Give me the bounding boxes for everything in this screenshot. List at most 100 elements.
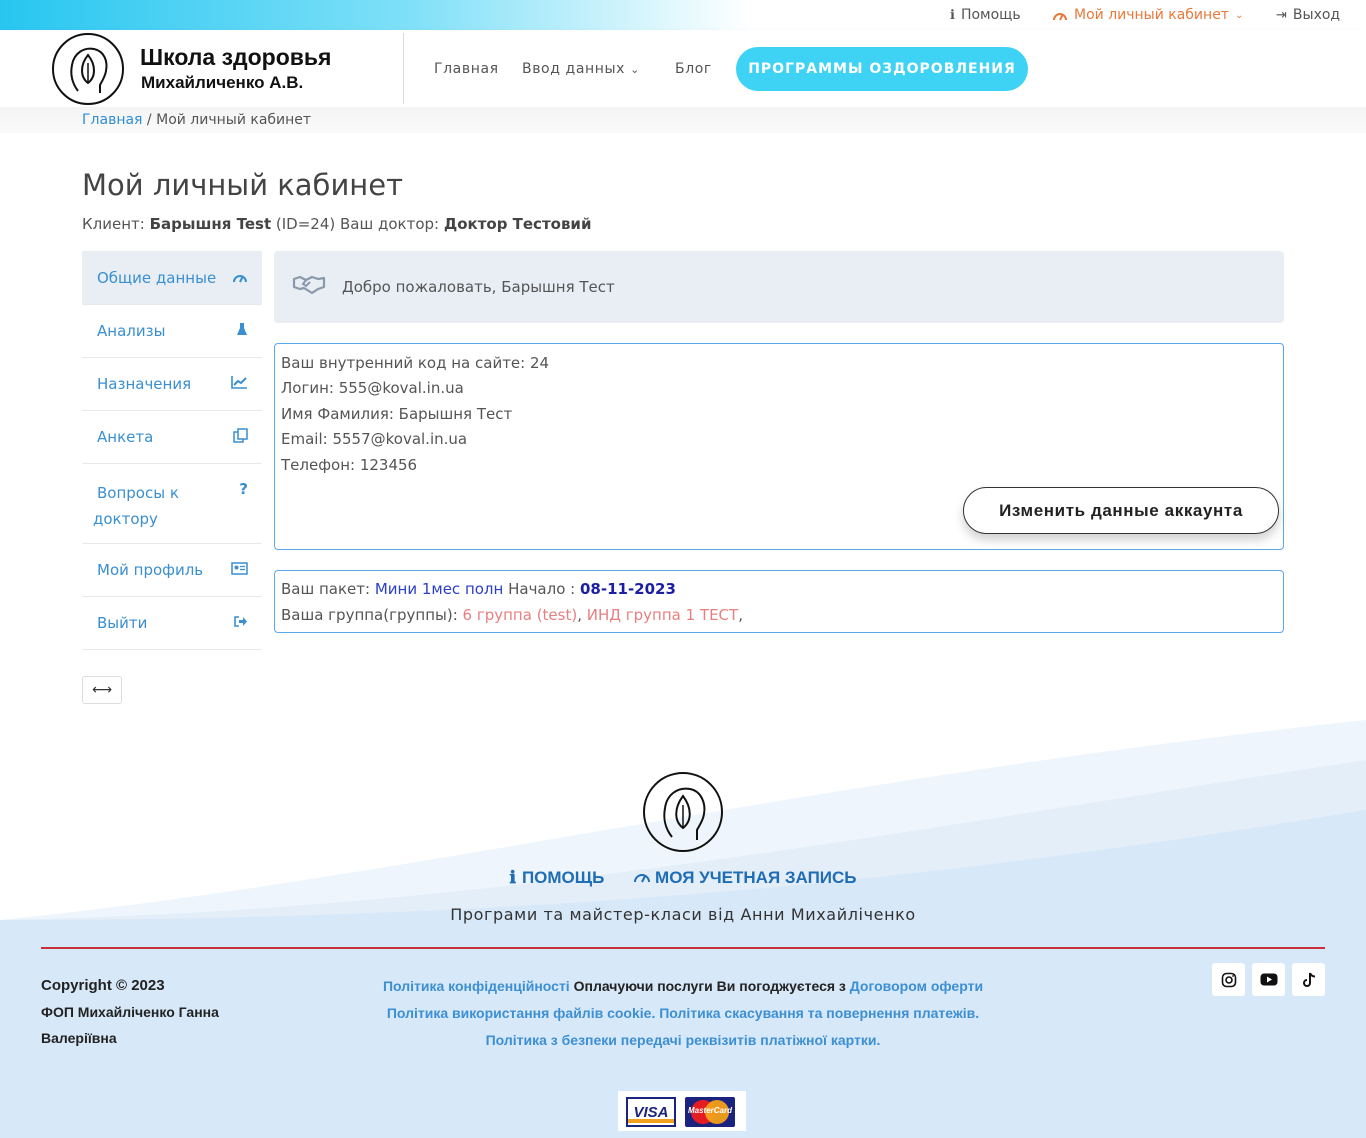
copy-icon <box>233 428 248 447</box>
footer-account-label: МОЯ УЧЕТНАЯ ЗАПИСЬ <box>655 868 857 887</box>
nav-home[interactable]: Главная <box>434 61 499 77</box>
owner-text: ФОП Михайліченко Ганна Валеріївна <box>41 1004 219 1046</box>
sidebar-item-label: Анализы <box>97 322 166 340</box>
site-header: Школа здоровья Михайличенко А.В. Главная… <box>0 30 1366 107</box>
sidebar-toggle-button[interactable]: ⟷ <box>82 676 122 704</box>
handshake-icon <box>292 273 326 301</box>
nav-input-label: Ввод данных <box>522 61 626 77</box>
package-row: Ваш пакет: Мини 1мес полн Начало : 08-11… <box>281 580 676 598</box>
dashboard-icon <box>1053 13 1067 21</box>
sidebar-item-profile[interactable]: Мой профиль <box>82 544 262 597</box>
sidebar-item-label: Назначения <box>97 375 192 393</box>
chart-line-icon <box>231 375 248 393</box>
mastercard-text: MasterCard <box>687 1106 732 1115</box>
groups-label: Ваша группа(группы): <box>281 606 463 624</box>
agree-text: Оплачуючи послуги Ви погоджуєтеся з <box>569 978 850 994</box>
package-name: Мини 1мес полн <box>374 580 504 598</box>
sidebar-item-questions[interactable]: Вопросы к доктору ? <box>82 464 262 544</box>
footer-copyright: Copyright © 2023 ФОП Михайліченко Ганна … <box>41 973 271 1051</box>
arrows-h-icon: ⟷ <box>91 682 113 698</box>
edit-account-button[interactable]: Изменить данные аккаунта <box>963 487 1279 534</box>
logo-title: Школа здоровья <box>140 44 332 70</box>
footer-links: ℹ ПОМОЩЬ МОЯ УЧЕТНАЯ ЗАПИСЬ <box>0 868 1366 888</box>
breadcrumb-current: Мой личный кабинет <box>156 112 312 128</box>
sign-out-icon <box>233 614 248 632</box>
sidebar-item-label: Мой профиль <box>97 561 204 579</box>
sign-out-icon: ⇥ <box>1276 7 1287 23</box>
account-info-panel: Ваш внутренний код на сайте: 24 Логин: 5… <box>274 343 1284 550</box>
internal-code: Ваш внутренний код на сайте: 24 <box>281 354 550 372</box>
copyright-text: Copyright © 2023 <box>41 977 165 994</box>
welcome-panel: Добро пожаловать, Барышня Тест <box>274 251 1284 323</box>
phone-value: Телефон: 123456 <box>281 456 418 474</box>
logo-icon[interactable] <box>52 33 124 105</box>
sidebar-item-general[interactable]: Общие данные <box>82 251 262 305</box>
card-security-link[interactable]: Політика з безпеки передачі реквізитів п… <box>486 1032 881 1048</box>
nav-blog[interactable]: Блог <box>675 61 712 77</box>
id-card-icon <box>231 561 248 579</box>
sidebar-item-prescriptions[interactable]: Назначения <box>82 358 262 411</box>
topbar-help-link[interactable]: ℹ Помощь <box>950 7 1021 23</box>
breadcrumb-separator: / <box>142 112 157 128</box>
footer-divider <box>41 947 1325 949</box>
sidebar-item-label: Выйти <box>97 614 148 632</box>
breadcrumb-home[interactable]: Главная <box>82 112 142 128</box>
breadcrumb-band: Главная / Мой личный кабинет <box>0 107 1366 133</box>
topbar-exit-link[interactable]: ⇥ Выход <box>1276 7 1340 23</box>
contract-link[interactable]: Договором оферти <box>850 978 983 994</box>
groups-row: Ваша группа(группы): 6 группа (test), ИН… <box>281 606 743 624</box>
nav-input-data[interactable]: Ввод данных ⌄ <box>522 61 640 77</box>
logo-subtitle: Михайличенко А.В. <box>141 73 304 92</box>
dashboard-icon <box>232 269 248 287</box>
sidebar-item-label: Вопросы к доктору <box>93 484 179 528</box>
package-label: Ваш пакет: <box>281 580 375 598</box>
breadcrumb: Главная / Мой личный кабинет <box>82 112 311 128</box>
client-info: Клиент: Барышня Test (ID=24) Ваш доктор:… <box>82 215 591 233</box>
doctor-name: Доктор Тестовий <box>443 215 592 233</box>
sidebar-item-label: Анкета <box>97 428 154 446</box>
programs-button[interactable]: ПРОГРАММЫ ОЗДОРОВЛЕНИЯ <box>736 47 1028 91</box>
sidebar-item-analyses[interactable]: Анализы <box>82 305 262 358</box>
footer-help-label: ПОМОЩЬ <box>521 868 605 887</box>
topbar-help-label: Помощь <box>960 7 1021 23</box>
info-icon: ℹ <box>509 868 516 887</box>
sidebar-item-questionnaire[interactable]: Анкета <box>82 411 262 464</box>
youtube-icon[interactable] <box>1252 963 1285 996</box>
package-panel: Ваш пакет: Мини 1мес полн Начало : 08-11… <box>274 570 1284 633</box>
login-value: Логин: 555@koval.in.ua <box>281 379 464 397</box>
email-value: Email: 5557@koval.in.ua <box>281 430 468 448</box>
footer-policies: Політика конфіденційності Оплачуючи посл… <box>372 973 994 1054</box>
footer-account-link[interactable]: МОЯ УЧЕТНАЯ ЗАПИСЬ <box>633 868 857 887</box>
sidebar-item-label: Общие данные <box>97 269 217 287</box>
client-label: Клиент: <box>82 215 150 233</box>
topbar-exit-label: Выход <box>1292 7 1341 23</box>
chevron-down-icon: ⌄ <box>630 63 640 76</box>
client-id: (ID=24) <box>271 215 340 233</box>
footer-tagline: Програми та майстер-класи від Анни Михай… <box>450 905 916 924</box>
group-link[interactable]: 6 группа (test) <box>463 606 578 624</box>
tiktok-icon[interactable] <box>1292 963 1325 996</box>
footer-help-link[interactable]: ℹ ПОМОЩЬ <box>509 868 604 887</box>
package-start-date: 08-11-2023 <box>579 580 676 598</box>
page-title: Мой личный кабинет <box>82 168 403 202</box>
footer-logo-icon[interactable] <box>643 772 723 852</box>
cookie-policy-link[interactable]: Політика використання файлів cookie. Пол… <box>387 1005 979 1021</box>
group-link[interactable]: ИНД группа 1 ТЕСТ <box>587 606 738 624</box>
dashboard-icon <box>633 868 651 887</box>
sidebar-item-logout[interactable]: Выйти <box>82 597 262 650</box>
client-name: Барышня Test <box>149 215 272 233</box>
visa-logo: VISA <box>626 1097 676 1127</box>
top-bar: ℹ Помощь Мой личный кабинет ⌄ ⇥ Выход <box>0 0 1366 30</box>
question-icon: ? <box>239 480 248 498</box>
topbar-cabinet-link[interactable]: Мой личный кабинет ⌄ <box>1052 7 1243 23</box>
doctor-label: Ваш доктор: <box>340 215 444 233</box>
instagram-icon[interactable] <box>1212 963 1245 996</box>
payment-cards: VISA MasterCard <box>618 1091 746 1131</box>
chevron-down-icon: ⌄ <box>1234 9 1244 21</box>
privacy-policy-link[interactable]: Політика конфіденційності <box>383 978 570 994</box>
full-name: Имя Фамилия: Барышня Тест <box>281 405 513 423</box>
sidebar: Общие данные Анализы Назначения Анкета В… <box>82 251 262 650</box>
flask-icon <box>236 322 248 340</box>
package-start-label: Начало : <box>503 580 580 598</box>
welcome-text: Добро пожаловать, Барышня Тест <box>342 278 615 296</box>
